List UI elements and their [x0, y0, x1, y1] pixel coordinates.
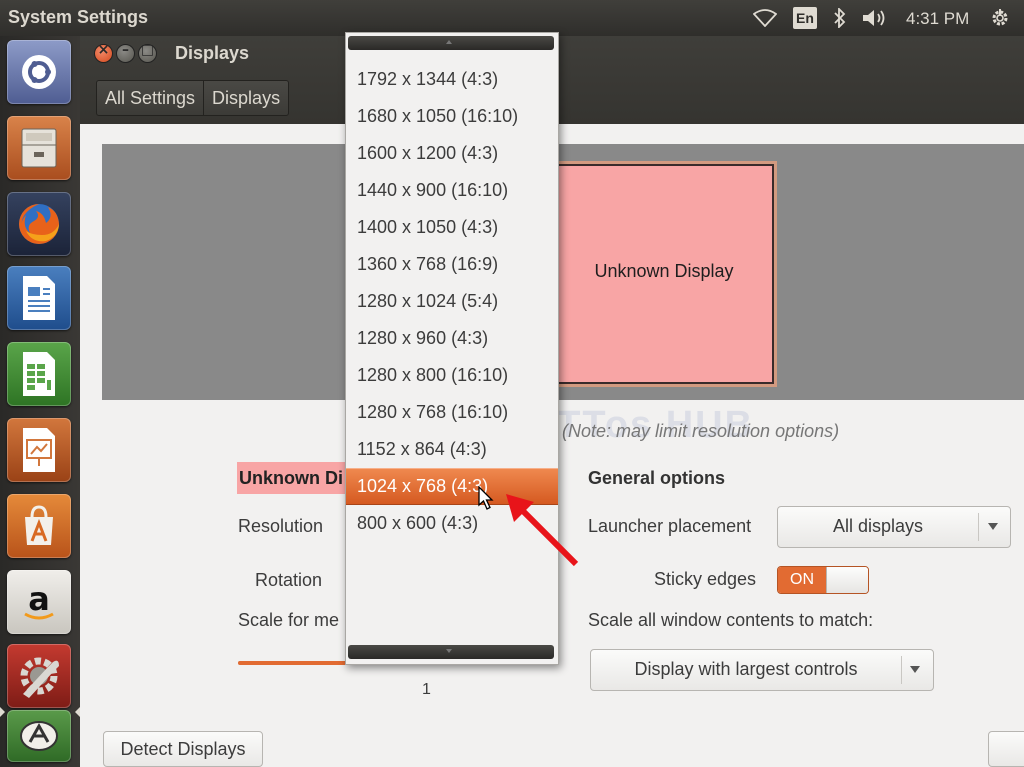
resolution-option[interactable]: 1792 x 1344 (4:3) — [346, 61, 558, 98]
resolution-option[interactable]: 1280 x 800 (16:10) — [346, 357, 558, 394]
combo-separator — [978, 513, 979, 541]
launcher-placement-select[interactable]: All displays — [777, 506, 1011, 548]
chevron-up-icon — [446, 40, 452, 44]
volume-icon[interactable] — [860, 6, 890, 30]
scale-all-value: Display with largest controls — [634, 659, 858, 679]
red-arrow-annotation — [506, 494, 579, 567]
scale-value: 1 — [422, 681, 431, 698]
power-gear-icon[interactable] — [988, 6, 1012, 30]
toggle-knob — [826, 567, 868, 593]
keyboard-layout-indicator[interactable]: En — [793, 7, 817, 29]
libreoffice-impress-icon[interactable] — [7, 418, 71, 482]
scale-for-menu-label: Scale for me — [238, 610, 340, 630]
resolution-options-list: 1792 x 1344 (4:3) 1680 x 1050 (16:10) 1600… — [346, 61, 558, 542]
maximize-icon: □ — [140, 42, 155, 58]
breadcrumb: All Settings Displays — [96, 80, 290, 116]
apply-button[interactable] — [988, 731, 1024, 767]
close-icon: × — [97, 42, 110, 58]
svg-text:a: a — [28, 580, 50, 618]
dash-home-icon[interactable] — [7, 40, 71, 104]
chevron-down-icon — [910, 666, 920, 673]
resolution-option[interactable]: 1280 x 768 (16:10) — [346, 394, 558, 431]
crumb-all-settings[interactable]: All Settings — [97, 81, 205, 115]
libreoffice-writer-icon[interactable] — [7, 266, 71, 330]
resolution-option[interactable]: 1440 x 900 (16:10) — [346, 172, 558, 209]
resolution-option[interactable]: 1400 x 1050 (4:3) — [346, 209, 558, 246]
app-title: System Settings — [8, 7, 149, 27]
chevron-down-icon — [988, 523, 998, 530]
sticky-edges-toggle[interactable]: ON — [777, 566, 869, 594]
scale-all-label: Scale all window contents to match: — [588, 610, 874, 630]
window-title: Displays — [175, 43, 250, 63]
launcher-placement-value: All displays — [832, 516, 924, 536]
menu-scroll-down[interactable] — [348, 645, 554, 659]
resolution-option[interactable]: 1360 x 768 (16:9) — [346, 246, 558, 283]
resolution-option[interactable]: 1600 x 1200 (4:3) — [346, 135, 558, 172]
resolution-option[interactable]: 1280 x 960 (4:3) — [346, 320, 558, 357]
firefox-icon[interactable] — [7, 192, 71, 256]
clock[interactable]: 4:31 PM — [906, 7, 969, 31]
display-arrangement-area[interactable]: Unknown Display — [102, 144, 1024, 400]
amazon-icon[interactable]: a — [7, 570, 71, 634]
resolution-dropdown-menu[interactable]: 1792 x 1344 (4:3) 1680 x 1050 (16:10) 1600… — [345, 32, 559, 665]
chevron-down-icon — [446, 649, 452, 653]
menu-scroll-up[interactable] — [348, 36, 554, 50]
running-indicator — [0, 707, 5, 717]
sticky-edges-state: ON — [778, 567, 826, 593]
minimize-icon: – — [122, 42, 129, 58]
monitor-preview[interactable]: Unknown Display — [554, 164, 774, 384]
monitor-preview-label: Unknown Display — [594, 261, 734, 281]
resolution-option[interactable]: 1280 x 1024 (5:4) — [346, 283, 558, 320]
software-center-icon[interactable] — [7, 494, 71, 558]
combo-separator — [901, 656, 902, 684]
system-settings-icon[interactable] — [7, 644, 71, 708]
detect-displays-button[interactable]: Detect Displays — [103, 731, 263, 767]
sticky-edges-label: Sticky edges — [654, 569, 757, 589]
files-icon[interactable] — [7, 116, 71, 180]
scale-slider-fill — [238, 661, 349, 665]
top-panel: System Settings En 4:31 PM — [0, 0, 1024, 36]
monitor-heading: Unknown Di — [237, 462, 349, 494]
launcher-placement-label: Launcher placement — [588, 516, 752, 536]
window-maximize-button[interactable]: □ — [138, 42, 157, 63]
resolution-note: (Note: may limit resolution options) — [562, 421, 840, 441]
launcher: a — [0, 36, 81, 767]
rotation-label: Rotation — [255, 570, 323, 590]
mouse-cursor-icon — [478, 486, 494, 510]
wifi-icon[interactable] — [752, 6, 778, 30]
software-updater-icon[interactable] — [7, 710, 71, 762]
scale-all-select[interactable]: Display with largest controls — [590, 649, 934, 691]
libreoffice-calc-icon[interactable] — [7, 342, 71, 406]
window-minimize-button[interactable]: – — [116, 42, 135, 63]
bluetooth-icon[interactable] — [832, 6, 848, 30]
resolution-option[interactable]: 1152 x 864 (4:3) — [346, 431, 558, 468]
resolution-option[interactable]: 1680 x 1050 (16:10) — [346, 98, 558, 135]
crumb-displays[interactable]: Displays — [204, 81, 288, 115]
general-options-heading: General options — [588, 468, 726, 488]
window-close-button[interactable]: × — [94, 42, 113, 63]
resolution-label: Resolution — [238, 516, 324, 536]
